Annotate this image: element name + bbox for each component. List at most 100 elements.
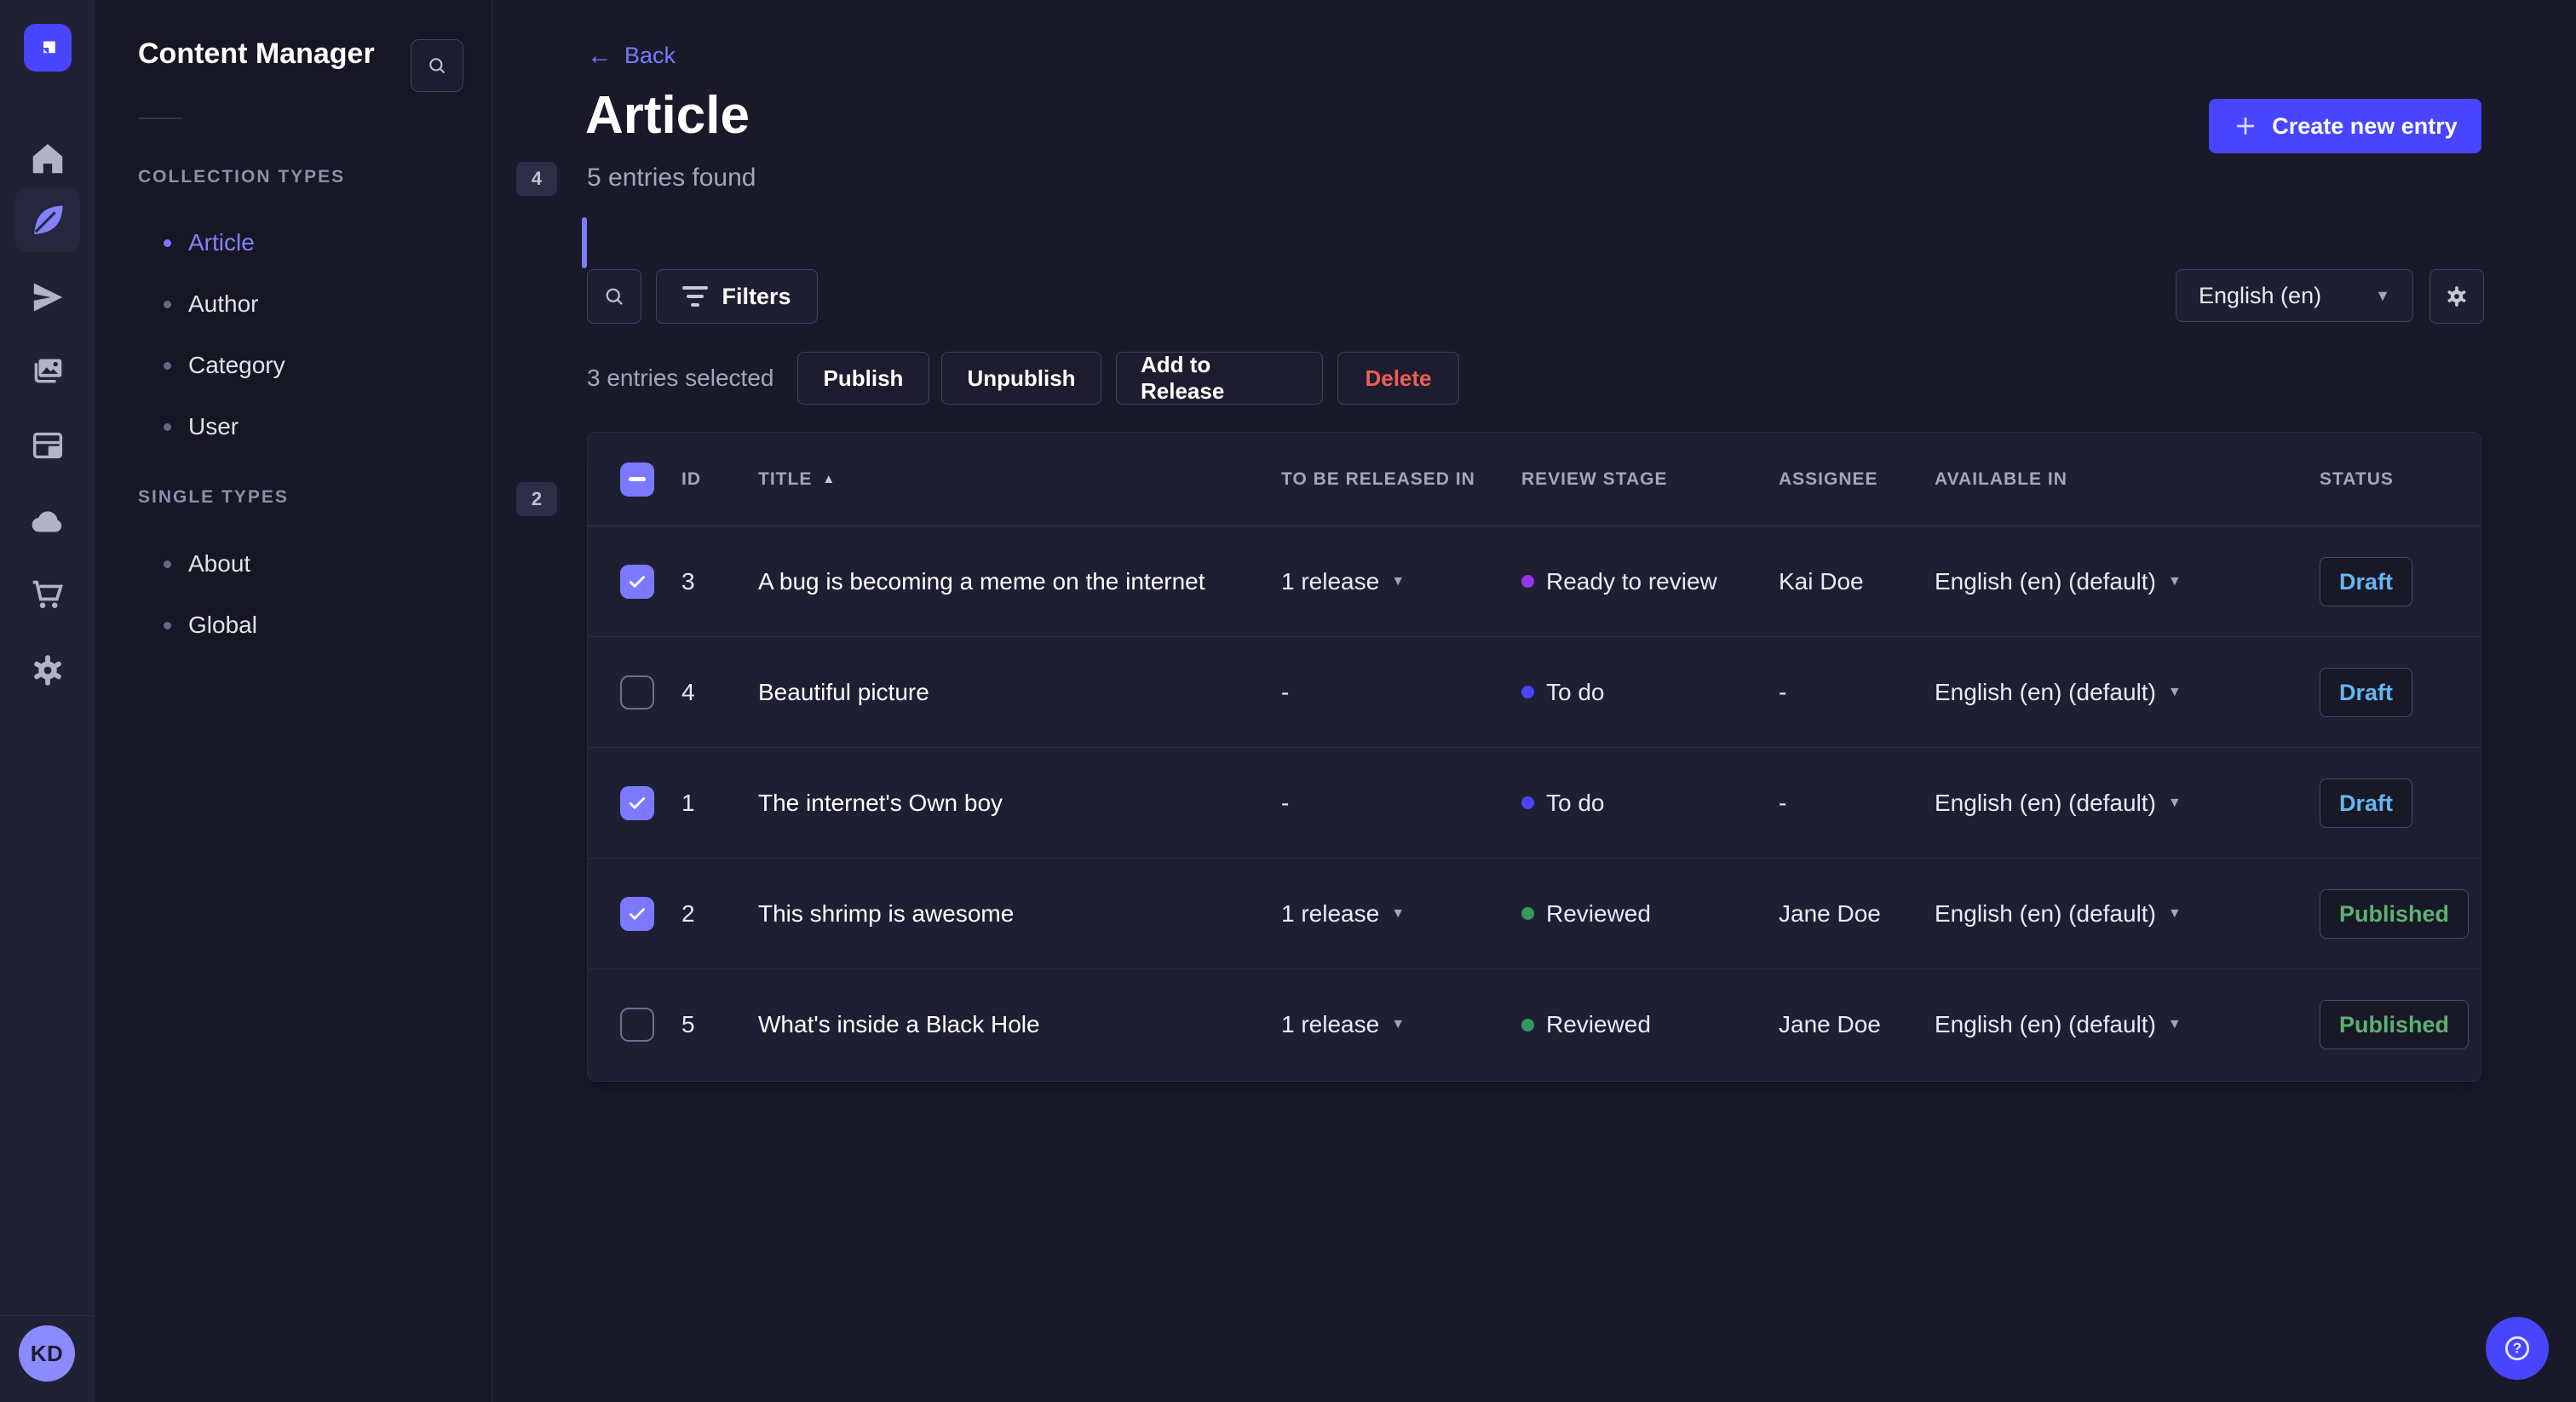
stage-dot-icon (1521, 907, 1534, 920)
bullet-icon (164, 621, 171, 629)
sidebar-item-article[interactable]: Article (164, 219, 255, 267)
page-title: Article (585, 86, 750, 145)
cell-id: 3 (681, 567, 695, 595)
cell-available-in[interactable]: English (en) (default) ▼ (1935, 1011, 2320, 1038)
create-new-entry-button[interactable]: Create new entry (2209, 99, 2481, 153)
content-manager-icon[interactable] (15, 187, 80, 252)
content-type-builder-icon[interactable] (15, 413, 80, 478)
subnav-divider (138, 118, 182, 119)
rail-divider (0, 1315, 95, 1316)
cell-release[interactable]: 1 release ▼ (1281, 1011, 1521, 1038)
collection-types-count-badge: 4 (516, 162, 557, 196)
unpublish-button[interactable]: Unpublish (941, 352, 1101, 405)
row-checkbox[interactable] (620, 896, 654, 931)
row-checkbox[interactable] (620, 564, 654, 599)
search-icon (429, 58, 446, 74)
cell-available-in[interactable]: English (en) (default) ▼ (1935, 790, 2320, 817)
active-item-indicator (582, 217, 587, 268)
back-link[interactable]: ← Back (587, 43, 676, 69)
bullet-icon (164, 361, 171, 370)
cell-assignee: - (1779, 678, 1787, 705)
filters-button[interactable]: Filters (656, 269, 818, 324)
cell-title: The internet's Own boy (758, 789, 1003, 816)
home-icon[interactable] (15, 126, 80, 191)
sidebar-item-category[interactable]: Category (164, 342, 285, 389)
cell-review-stage: Reviewed (1521, 900, 1779, 928)
bullet-icon (164, 300, 171, 308)
chevron-down-icon: ▼ (2167, 905, 2182, 921)
col-header-assignee[interactable]: ASSIGNEE (1779, 469, 1935, 490)
cell-release[interactable]: 1 release ▼ (1281, 900, 1521, 928)
select-all-checkbox[interactable] (620, 462, 654, 497)
single-types-count-badge: 2 (516, 482, 557, 516)
subnav-search-button[interactable] (411, 39, 463, 92)
avatar[interactable]: KD (19, 1325, 75, 1382)
cell-review-stage: To do (1521, 790, 1779, 817)
cell-id: 4 (681, 678, 695, 705)
send-icon[interactable] (15, 265, 80, 330)
row-checkbox[interactable] (620, 785, 654, 820)
cell-release[interactable]: - ▼ (1281, 790, 1521, 817)
table-row[interactable]: 5 What's inside a Black Hole 1 release ▼… (588, 969, 2481, 1080)
col-header-released[interactable]: TO BE RELEASED IN (1281, 469, 1521, 490)
cell-id: 1 (681, 789, 695, 816)
publish-button[interactable]: Publish (797, 352, 929, 405)
svg-text:?: ? (2513, 1340, 2522, 1357)
table-header-row: ID TITLE ▲ TO BE RELEASED IN REVIEW STAG… (588, 433, 2481, 526)
deploy-cloud-icon[interactable] (15, 489, 80, 554)
col-header-title[interactable]: TITLE ▲ (758, 469, 1281, 490)
cell-available-in[interactable]: English (en) (default) ▼ (1935, 900, 2320, 928)
col-header-status[interactable]: STATUS (2320, 469, 2481, 490)
row-checkbox[interactable] (620, 675, 654, 710)
stage-dot-icon (1521, 686, 1534, 698)
cell-title: This shrimp is awesome (758, 899, 1015, 927)
help-button[interactable]: ? (2486, 1317, 2549, 1380)
col-header-id[interactable]: ID (681, 469, 758, 490)
strapi-logo[interactable] (24, 24, 72, 72)
table-row[interactable]: 1 The internet's Own boy - ▼ To do - Eng… (588, 748, 2481, 859)
cell-id: 2 (681, 899, 695, 927)
sidebar-item-about[interactable]: About (164, 540, 250, 588)
chevron-down-icon: ▼ (1391, 1017, 1406, 1031)
cell-release[interactable]: - ▼ (1281, 679, 1521, 706)
settings-gear-icon[interactable] (15, 638, 80, 703)
section-collection-types: COLLECTION TYPES (138, 167, 346, 187)
table-row[interactable]: 3 A bug is becoming a meme on the intern… (588, 526, 2481, 637)
bullet-icon (164, 422, 171, 431)
selection-count: 3 entries selected (587, 365, 774, 391)
entries-count: 5 entries found (587, 164, 756, 192)
status-badge: Published (2320, 1000, 2470, 1049)
cell-review-stage: To do (1521, 679, 1779, 706)
sidebar-item-user[interactable]: User (164, 403, 239, 451)
chevron-down-icon: ▼ (2167, 795, 2182, 810)
search-icon (606, 288, 623, 305)
entries-table: ID TITLE ▲ TO BE RELEASED IN REVIEW STAG… (587, 432, 2481, 1082)
add-to-release-button[interactable]: Add to Release (1116, 352, 1323, 405)
stage-dot-icon (1521, 1018, 1534, 1031)
section-single-types: SINGLE TYPES (138, 487, 289, 507)
status-badge: Draft (2320, 778, 2413, 828)
table-row[interactable]: 2 This shrimp is awesome 1 release ▼ Rev… (588, 859, 2481, 969)
cell-available-in[interactable]: English (en) (default) ▼ (1935, 568, 2320, 595)
chevron-down-icon: ▼ (1391, 573, 1406, 589)
cell-assignee: Kai Doe (1779, 567, 1864, 595)
cell-review-stage: Ready to review (1521, 568, 1779, 595)
stage-dot-icon (1521, 575, 1534, 588)
col-header-review[interactable]: REVIEW STAGE (1521, 469, 1779, 490)
locale-select[interactable]: English (en) ▼ (2176, 269, 2413, 322)
view-settings-button[interactable] (2429, 269, 2484, 324)
search-button[interactable] (587, 269, 641, 324)
col-header-available[interactable]: AVAILABLE IN (1935, 469, 2320, 490)
delete-button[interactable]: Delete (1337, 352, 1459, 405)
subnav-panel: Content Manager COLLECTION TYPES 4 Artic… (95, 0, 587, 1402)
sidebar-item-author[interactable]: Author (164, 280, 259, 328)
marketplace-cart-icon[interactable] (15, 562, 80, 627)
nav-rail: KD (0, 0, 96, 1402)
table-row[interactable]: 4 Beautiful picture - ▼ To do - English … (588, 637, 2481, 748)
cell-available-in[interactable]: English (en) (default) ▼ (1935, 679, 2320, 706)
table-body: 3 A bug is becoming a meme on the intern… (588, 526, 2481, 1080)
cell-release[interactable]: 1 release ▼ (1281, 568, 1521, 595)
sidebar-item-global[interactable]: Global (164, 601, 257, 649)
media-library-icon[interactable] (15, 339, 80, 404)
row-checkbox[interactable] (620, 1008, 654, 1042)
